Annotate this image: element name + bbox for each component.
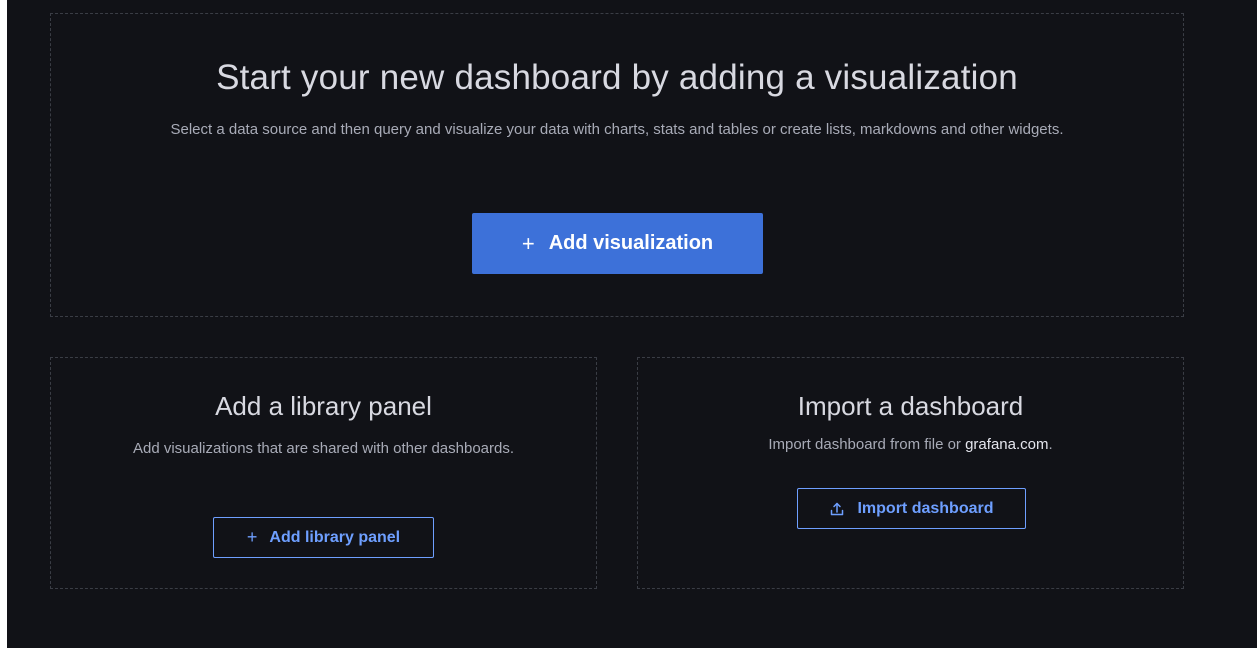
plus-icon: + [521, 230, 535, 256]
add-library-panel-button[interactable]: + Add library panel [213, 517, 434, 558]
grafana-com-text: grafana.com [965, 436, 1049, 453]
add-library-panel-label: Add library panel [269, 528, 401, 546]
import-description-prefix: Import dashboard from file or [768, 436, 966, 453]
upload-icon [829, 501, 845, 517]
empty-dashboard-canvas: Start your new dashboard by adding a vis… [7, 0, 1257, 648]
import-dashboard-section: Import a dashboard Import dashboard from… [637, 357, 1184, 589]
import-dashboard-description: Import dashboard from file or grafana.co… [701, 432, 1121, 458]
import-description-suffix: . [1048, 436, 1053, 453]
add-visualization-button[interactable]: + Add visualization [472, 213, 763, 274]
library-panel-description: Add visualizations that are shared with … [132, 440, 515, 457]
library-panel-section: Add a library panel Add visualizations t… [50, 357, 597, 589]
add-visualization-label: Add visualization [548, 232, 714, 254]
import-dashboard-label: Import dashboard [857, 499, 994, 517]
hero-description: Select a data source and then query and … [170, 121, 1064, 138]
add-visualization-section: Start your new dashboard by adding a vis… [50, 13, 1184, 317]
import-dashboard-button[interactable]: Import dashboard [797, 488, 1026, 529]
library-panel-title: Add a library panel [215, 391, 432, 421]
import-dashboard-title: Import a dashboard [797, 391, 1024, 421]
hero-title: Start your new dashboard by adding a vis… [216, 58, 1018, 97]
plus-icon: + [246, 527, 258, 547]
